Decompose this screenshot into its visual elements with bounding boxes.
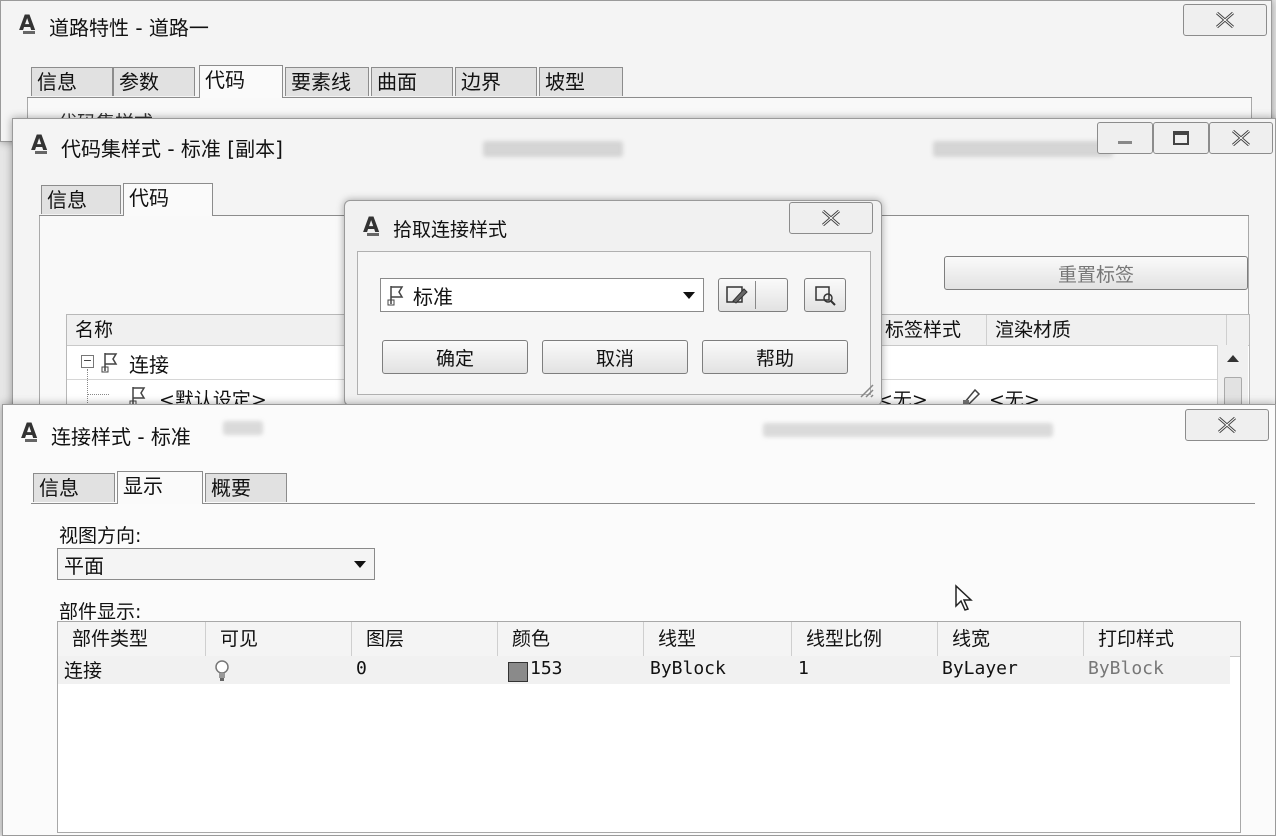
- style-flag-icon: [101, 353, 118, 373]
- scroll-up-arrow[interactable]: [1227, 355, 1239, 362]
- col-render-material[interactable]: 渲染材质: [987, 315, 1227, 345]
- reset-labels-button[interactable]: 重置标签: [944, 256, 1248, 290]
- col-linetype-scale[interactable]: 线型比例: [792, 622, 938, 656]
- autocad-icon: A: [21, 419, 38, 443]
- link-style-titlebar: A 连接样式 - 标准: [3, 405, 1275, 451]
- col-component-type[interactable]: 部件类型: [58, 622, 206, 656]
- road-tab-slope-patterns[interactable]: 坡型: [539, 67, 623, 96]
- road-tab-codes[interactable]: 代码: [199, 65, 283, 98]
- road-tab-feature-lines[interactable]: 要素线: [285, 67, 369, 96]
- blurred-toolbar: [483, 141, 623, 157]
- component-grid-header: 部件类型 可见 图层 颜色 线型 线型比例 线宽 打印样式: [58, 622, 1240, 657]
- cell-component-type: 连接: [64, 660, 103, 682]
- link-style-tab-summary[interactable]: 概要: [205, 473, 287, 502]
- col-label-style[interactable]: 标签样式: [877, 315, 987, 345]
- pick-from-drawing-button[interactable]: [804, 278, 846, 312]
- road-tab-info[interactable]: 信息: [31, 67, 113, 96]
- cell-lineweight[interactable]: ByLayer: [942, 658, 1018, 679]
- col-lineweight[interactable]: 线宽: [938, 622, 1084, 656]
- link-style-tab-info[interactable]: 信息: [33, 473, 115, 502]
- tree-line: [87, 369, 89, 409]
- link-style-tabs: 信息 显示 概要: [31, 471, 1255, 504]
- pick-dialog-body: 标准 确定 取消 帮助: [357, 251, 871, 395]
- codeset-title: 代码集样式 - 标准 [副本]: [61, 137, 283, 161]
- color-swatch[interactable]: [508, 662, 528, 682]
- component-display-label: 部件显示:: [59, 601, 142, 623]
- codeset-tab-info[interactable]: 信息: [41, 185, 121, 214]
- lightbulb-icon[interactable]: [214, 659, 230, 683]
- close-icon: [822, 209, 840, 227]
- road-properties-titlebar: A 道路特性 - 道路一: [1, 1, 1271, 47]
- codeset-minimize-button[interactable]: [1097, 122, 1153, 154]
- pick-dialog-close-button[interactable]: [789, 202, 873, 234]
- component-row[interactable]: 连接 0 153 ByBlock 1 ByLayer ByBlock: [58, 656, 1230, 684]
- autocad-icon: A: [31, 131, 48, 155]
- edit-icon: [726, 286, 748, 304]
- road-tab-surfaces[interactable]: 曲面: [371, 67, 453, 96]
- minimize-icon: [1118, 141, 1132, 144]
- col-linetype[interactable]: 线型: [644, 622, 792, 656]
- codeset-close-button[interactable]: [1209, 122, 1273, 154]
- road-properties-title: 道路特性 - 道路一: [49, 16, 209, 40]
- col-layer[interactable]: 图层: [352, 622, 498, 656]
- edit-icon[interactable]: [961, 386, 983, 406]
- pick-from-drawing-icon: [815, 286, 836, 306]
- link-style-title: 连接样式 - 标准: [51, 425, 191, 449]
- blurred-background: [763, 423, 1053, 437]
- autocad-icon: A: [363, 213, 380, 237]
- col-visible[interactable]: 可见: [206, 622, 352, 656]
- col-color[interactable]: 颜色: [498, 622, 644, 656]
- help-button[interactable]: 帮助: [702, 340, 848, 374]
- codeset-titlebar: A 代码集样式 - 标准 [副本]: [13, 119, 1275, 165]
- mouse-cursor-icon: [955, 584, 973, 611]
- close-icon: [1232, 129, 1250, 147]
- codeset-maximize-button[interactable]: [1153, 122, 1209, 154]
- maximize-icon: [1173, 131, 1189, 145]
- link-style-value: 标准: [413, 284, 453, 309]
- tree-line: [87, 394, 109, 396]
- cell-linetype[interactable]: ByBlock: [650, 658, 726, 679]
- edit-style-divider: [755, 281, 756, 309]
- road-tab-boundaries[interactable]: 边界: [455, 67, 537, 96]
- view-direction-label: 视图方向:: [59, 525, 142, 547]
- edit-style-button[interactable]: [718, 278, 788, 312]
- blurred-toolbar: [933, 141, 1113, 157]
- link-style-window: A 连接样式 - 标准 信息 显示 概要 视图方向: 平面 部件显示: 部件类型…: [2, 404, 1276, 836]
- road-tab-parameters[interactable]: 参数: [113, 67, 195, 96]
- cancel-button[interactable]: 取消: [542, 340, 688, 374]
- chevron-down-icon[interactable]: [683, 292, 695, 299]
- link-style-combo[interactable]: 标准: [380, 278, 704, 312]
- view-direction-value: 平面: [64, 553, 104, 578]
- style-flag-icon: [387, 286, 404, 306]
- blurred-background: [223, 421, 263, 435]
- cell-color[interactable]: 153: [530, 658, 563, 679]
- cell-layer[interactable]: 0: [356, 658, 367, 679]
- ok-button[interactable]: 确定: [382, 340, 528, 374]
- close-icon: [1216, 11, 1234, 29]
- collapse-icon[interactable]: −: [81, 355, 94, 368]
- codeset-tab-codes[interactable]: 代码: [123, 183, 213, 216]
- view-direction-combo[interactable]: 平面: [57, 548, 375, 580]
- tree-label-link: 连接: [129, 353, 169, 377]
- link-style-tab-display[interactable]: 显示: [117, 471, 203, 504]
- autocad-icon: A: [19, 11, 36, 35]
- cell-plot-style: ByBlock: [1088, 658, 1164, 679]
- resize-grip-icon[interactable]: [857, 381, 875, 399]
- chevron-down-icon[interactable]: [354, 561, 366, 568]
- component-grid: 部件类型 可见 图层 颜色 线型 线型比例 线宽 打印样式 连接 0 153 B…: [57, 621, 1241, 833]
- close-icon: [1218, 416, 1236, 434]
- pick-link-style-dialog: A 拾取连接样式 标准 确定 取消 帮助: [344, 200, 882, 406]
- col-plot-style[interactable]: 打印样式: [1084, 622, 1240, 656]
- pick-dialog-title: 拾取连接样式: [393, 219, 508, 241]
- link-style-close-button[interactable]: [1185, 409, 1269, 441]
- cell-linetype-scale[interactable]: 1: [798, 658, 809, 679]
- road-close-button[interactable]: [1183, 4, 1267, 36]
- road-tabs: 信息 参数 代码 要素线 曲面 边界 坡型: [27, 65, 1252, 98]
